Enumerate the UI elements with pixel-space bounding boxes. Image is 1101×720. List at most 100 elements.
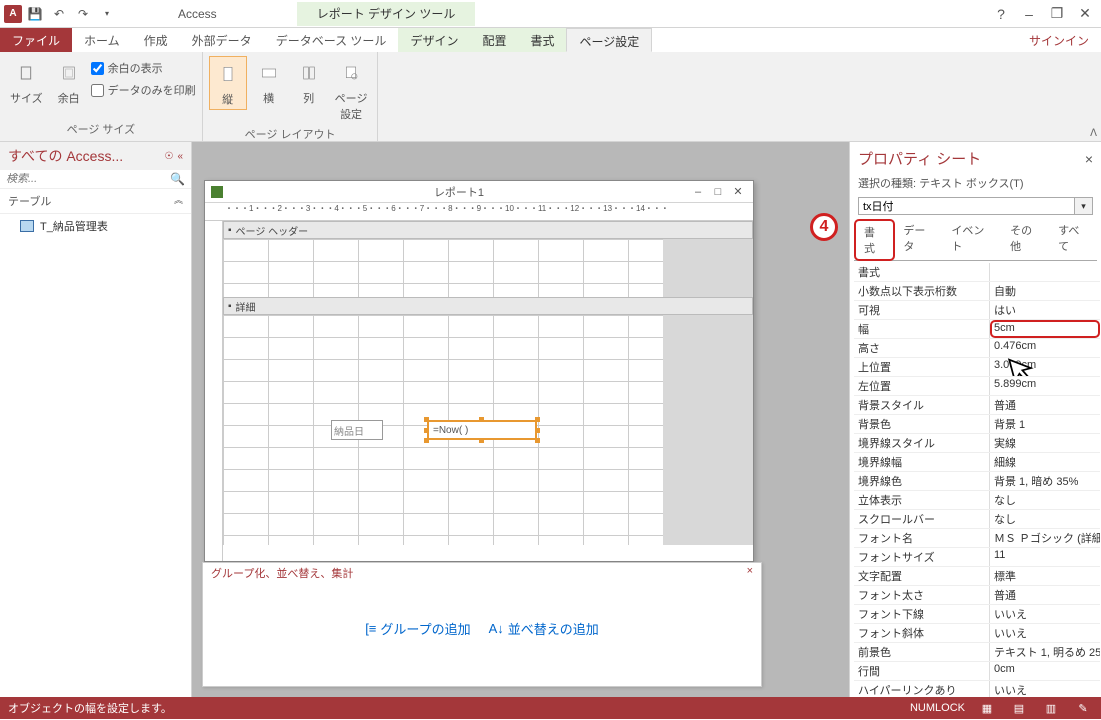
show-margins-checkbox[interactable]: 余白の表示 [91, 60, 196, 76]
selection-handle[interactable] [479, 438, 484, 443]
prop-tab-format[interactable]: 書式 [854, 219, 895, 261]
property-object-input[interactable] [858, 197, 1075, 215]
property-value[interactable]: 0cm [990, 662, 1100, 680]
property-value[interactable]: ＭＳ Ｐゴシック (詳細) [990, 529, 1100, 547]
tab-database-tools[interactable]: データベース ツール [264, 28, 399, 52]
property-value[interactable]: はい [990, 301, 1100, 319]
design-canvas[interactable]: ▪ ページ ヘッダー ▪ 詳細 納品日 =Now( ) [223, 221, 753, 561]
page-header-section-bar[interactable]: ▪ ページ ヘッダー [223, 221, 753, 239]
property-row[interactable]: 前景色テキスト 1, 明るめ 25% [854, 643, 1100, 662]
property-value[interactable] [990, 263, 1100, 281]
property-row[interactable]: ハイパーリンクありいいえ [854, 681, 1100, 697]
tab-format[interactable]: 書式 [518, 28, 566, 52]
tab-file[interactable]: ファイル [0, 28, 72, 52]
prop-tab-data[interactable]: データ [895, 219, 943, 260]
help-button[interactable]: ? [989, 4, 1013, 24]
property-row[interactable]: フォント下線いいえ [854, 605, 1100, 624]
landscape-button[interactable]: 横 [251, 56, 287, 108]
property-row[interactable]: 幅5cm [854, 320, 1100, 339]
property-row[interactable]: 境界線色背景 1, 暗め 35% [854, 472, 1100, 491]
label-control[interactable]: 納品日 [331, 420, 383, 440]
search-input[interactable] [6, 173, 170, 185]
property-value[interactable]: 背景 1, 暗め 35% [990, 472, 1100, 490]
tab-external-data[interactable]: 外部データ [180, 28, 264, 52]
report-close-button[interactable]: ✕ [729, 184, 747, 200]
design-view-icon[interactable]: ✎ [1073, 700, 1093, 716]
page-header-body[interactable] [223, 239, 753, 297]
minimize-button[interactable]: – [1017, 4, 1041, 24]
report-max-button[interactable]: □ [709, 184, 727, 200]
property-row[interactable]: スクロールバーなし [854, 510, 1100, 529]
property-value[interactable]: 5.899cm [990, 377, 1100, 395]
tab-design[interactable]: デザイン [398, 28, 470, 52]
property-row[interactable]: 小数点以下表示桁数自動 [854, 282, 1100, 301]
add-group-link[interactable]: [≡ グループの追加 [365, 619, 470, 638]
print-data-only-checkbox[interactable]: データのみを印刷 [91, 82, 196, 98]
selection-handle[interactable] [424, 417, 429, 422]
nav-category-tables[interactable]: テーブル ︽ [0, 189, 191, 214]
property-value[interactable]: 普通 [990, 586, 1100, 604]
group-sort-close-icon[interactable]: × [747, 565, 753, 581]
report-view-icon[interactable]: ▦ [977, 700, 997, 716]
property-object-dropdown-icon[interactable]: ▾ [1075, 197, 1093, 215]
property-value[interactable]: 細線 [990, 453, 1100, 471]
report-min-button[interactable]: – [689, 184, 707, 200]
nav-item-table[interactable]: T_納品管理表 [0, 214, 191, 238]
layout-view-icon[interactable]: ▥ [1041, 700, 1061, 716]
property-row[interactable]: フォントサイズ11 [854, 548, 1100, 567]
tab-create[interactable]: 作成 [132, 28, 180, 52]
selection-handle[interactable] [535, 438, 540, 443]
property-value[interactable]: 普通 [990, 396, 1100, 414]
margins-button[interactable]: 余白 [51, 56, 87, 108]
save-icon[interactable]: 💾 [24, 3, 46, 25]
property-row[interactable]: 左位置5.899cm [854, 377, 1100, 396]
tab-page-setup[interactable]: ページ設定 [566, 28, 652, 52]
property-row[interactable]: 行間0cm [854, 662, 1100, 681]
property-value[interactable]: いいえ [990, 605, 1100, 623]
redo-icon[interactable]: ↷ [72, 3, 94, 25]
horizontal-ruler[interactable]: ・・・1・・・2・・・3・・・4・・・5・・・6・・・7・・・8・・・9・・・1… [205, 203, 753, 221]
property-value[interactable]: なし [990, 491, 1100, 509]
nav-header[interactable]: すべての Access... ☉ « [0, 142, 191, 170]
property-row[interactable]: フォント斜体いいえ [854, 624, 1100, 643]
property-value[interactable]: 0.476cm [990, 339, 1100, 357]
tab-arrange[interactable]: 配置 [470, 28, 518, 52]
property-row[interactable]: フォント太さ普通 [854, 586, 1100, 605]
property-row[interactable]: 高さ0.476cm [854, 339, 1100, 358]
property-value[interactable]: なし [990, 510, 1100, 528]
selection-handle[interactable] [424, 428, 429, 433]
property-value[interactable]: 5cm [990, 320, 1100, 338]
property-row[interactable]: 境界線スタイル実線 [854, 434, 1100, 453]
search-icon[interactable]: 🔍 [170, 172, 185, 186]
textbox-control-selected[interactable]: =Now( ) [427, 420, 537, 440]
property-value[interactable]: いいえ [990, 624, 1100, 642]
restore-button[interactable]: ❐ [1045, 4, 1069, 24]
ribbon-collapse-icon[interactable]: ᐱ [1090, 128, 1097, 139]
property-value[interactable]: 自動 [990, 282, 1100, 300]
close-button[interactable]: ✕ [1073, 4, 1097, 24]
property-row[interactable]: 背景色背景 1 [854, 415, 1100, 434]
property-row[interactable]: 可視はい [854, 301, 1100, 320]
property-row[interactable]: 境界線幅細線 [854, 453, 1100, 472]
add-sort-link[interactable]: A↓ 並べ替えの追加 [489, 619, 599, 638]
property-row[interactable]: 文字配置標準 [854, 567, 1100, 586]
size-button[interactable]: サイズ [6, 56, 47, 108]
page-setup-button[interactable]: ページ 設定 [331, 56, 372, 124]
detail-section-bar[interactable]: ▪ 詳細 [223, 297, 753, 315]
selection-handle[interactable] [535, 417, 540, 422]
data-only-check[interactable] [91, 84, 104, 97]
property-value[interactable]: 標準 [990, 567, 1100, 585]
nav-collapse-icon[interactable]: « [177, 151, 183, 162]
nav-dropdown-icon[interactable]: ☉ [164, 151, 173, 162]
property-sheet-close-icon[interactable]: × [1085, 151, 1093, 167]
property-value[interactable]: 3.099cm [990, 358, 1100, 376]
property-value[interactable]: いいえ [990, 681, 1100, 697]
property-row[interactable]: フォント名ＭＳ Ｐゴシック (詳細) [854, 529, 1100, 548]
property-value[interactable]: 背景 1 [990, 415, 1100, 433]
selection-handle[interactable] [424, 438, 429, 443]
portrait-button[interactable]: 縦 [209, 56, 247, 110]
property-value[interactable]: テキスト 1, 明るめ 25% [990, 643, 1100, 661]
prop-tab-all[interactable]: すべて [1050, 219, 1097, 260]
qat-dropdown-icon[interactable]: ▾ [96, 3, 118, 25]
signin-link[interactable]: サインイン [1017, 28, 1101, 52]
